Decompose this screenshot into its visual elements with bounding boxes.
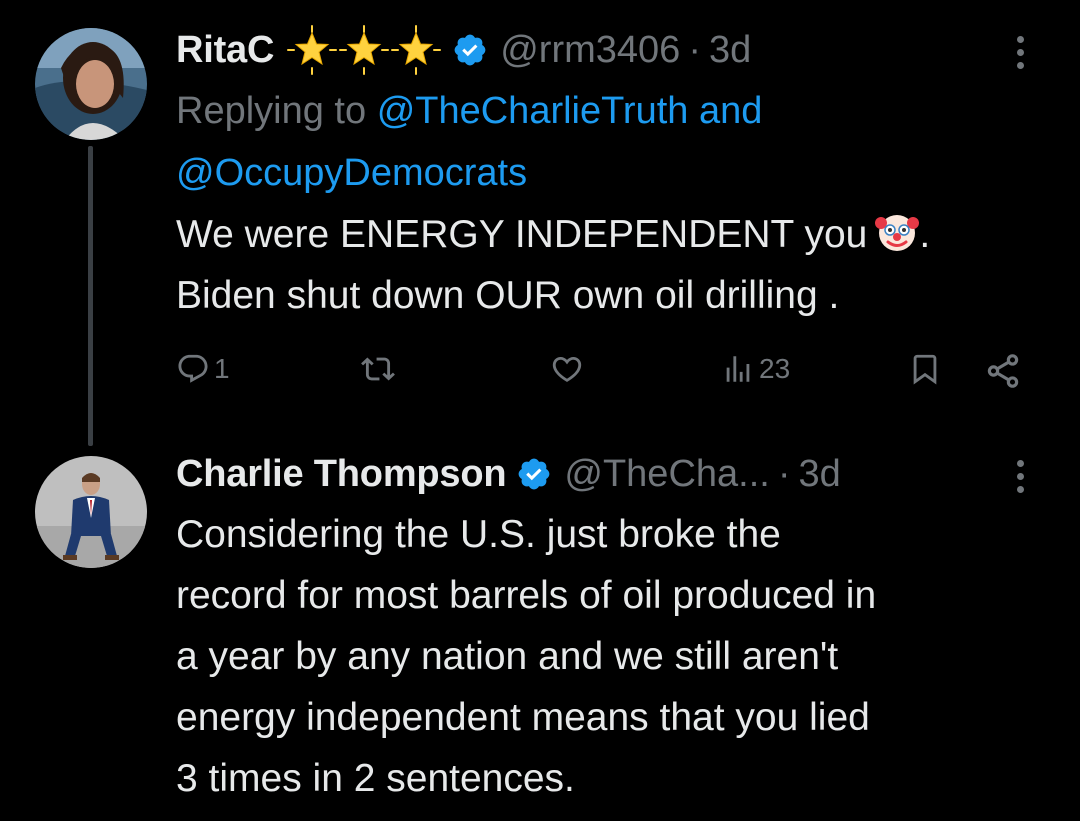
share-button[interactable]: [984, 352, 1022, 390]
views-bar-icon: [726, 356, 750, 382]
avatar-ritac[interactable]: [35, 28, 147, 140]
handle[interactable]: @rrm3406: [500, 29, 680, 72]
bookmark-button[interactable]: [908, 352, 942, 386]
tweet-text: Considering the U.S. just broke the reco…: [176, 504, 1040, 809]
avatar-charlie-thompson[interactable]: [35, 456, 147, 568]
tweet-text-line: record for most barrels of oil produced …: [176, 574, 877, 617]
reply-mention-and[interactable]: and: [699, 90, 762, 132]
tweet-text: We were ENERGY INDEPENDENT you . Biden s…: [176, 204, 1040, 326]
clown-face-emoji: [875, 209, 920, 253]
reply-mention-link[interactable]: @OccupyDemocrats: [176, 152, 527, 194]
bookmark-icon: [913, 354, 937, 385]
glowing-star-icon: [287, 25, 338, 75]
tweet-text-line: We were ENERGY INDEPENDENT you: [176, 213, 868, 256]
tweet-text-line: Considering the U.S. just broke the: [176, 513, 781, 556]
tweet-header: RitaC @rrm3406 · 3d: [176, 20, 1040, 80]
replying-to-label: Replying to: [176, 90, 367, 132]
tweet-text-period: .: [919, 213, 931, 256]
reply-button[interactable]: 1: [176, 352, 230, 386]
like-button[interactable]: [550, 352, 584, 386]
retweet-icon: [361, 357, 395, 381]
separator: ·: [777, 452, 791, 495]
more-vertical-icon[interactable]: [1000, 456, 1040, 496]
verified-badge-icon: [516, 456, 552, 492]
timestamp[interactable]: 3d: [709, 29, 751, 72]
share-icon: [987, 354, 1019, 388]
tweet-actions: 1 23: [176, 352, 1040, 412]
tweet-text-line: a year by any nation and we still aren't: [176, 635, 839, 678]
more-vertical-icon[interactable]: [1000, 32, 1040, 72]
timestamp[interactable]: 3d: [798, 453, 840, 496]
glowing-star-icon: [391, 25, 442, 75]
views-button[interactable]: 23: [721, 352, 790, 386]
tweet-text-line: 3 times in 2 sentences.: [176, 757, 575, 800]
tweet-text-line: Biden shut down OUR own oil drilling .: [176, 274, 840, 317]
retweet-button[interactable]: [361, 352, 395, 386]
tweet-header: Charlie Thompson @TheCha... · 3d: [176, 444, 1040, 504]
replying-to: Replying to @TheCharlieTruth and @Occupy…: [176, 80, 1040, 204]
display-name[interactable]: Charlie Thompson: [176, 453, 507, 496]
name-emoji-stars: [286, 24, 442, 76]
glowing-star-icon: [339, 25, 390, 75]
handle[interactable]: @TheCha...: [564, 453, 769, 496]
reply-count: 1: [214, 353, 230, 384]
tweet-text-line: energy independent means that you lied: [176, 696, 870, 739]
separator: ·: [688, 28, 701, 71]
thread-connector-line: [88, 146, 93, 446]
view-count: 23: [759, 353, 791, 384]
reply-icon: [178, 354, 208, 383]
verified-badge-icon: [452, 32, 488, 68]
display-name[interactable]: RitaC: [176, 29, 274, 72]
reply-mention-link[interactable]: @TheCharlieTruth: [377, 90, 689, 132]
heart-icon: [552, 356, 582, 382]
